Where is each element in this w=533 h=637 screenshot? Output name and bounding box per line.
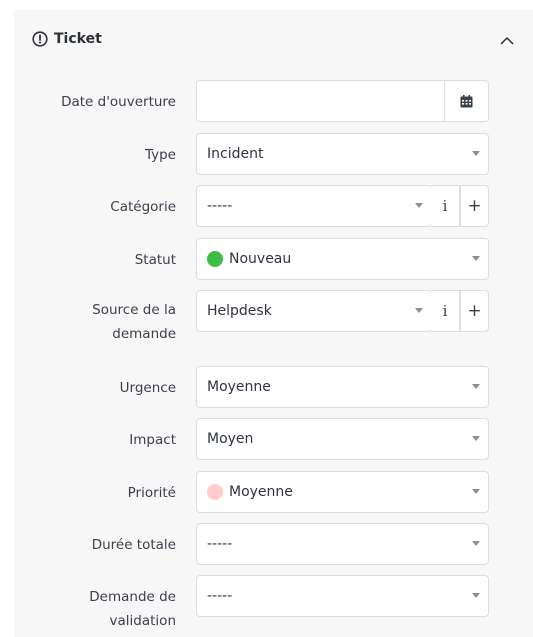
category-label: Catégorie [110,199,176,215]
ticket-panel: Ticket Date d'ouverture Type Incident Ca… [14,10,533,637]
validation-request-value: ----- [207,588,233,604]
status-value: Nouveau [229,251,292,267]
collapse-button[interactable] [498,31,516,49]
request-source-add-button[interactable]: + [460,290,489,332]
caret-down-icon [472,151,480,156]
status-label: Statut [134,252,176,268]
caret-down-icon [472,256,480,261]
caret-down-icon [472,593,480,598]
ticket-panel-header[interactable]: Ticket [14,10,533,70]
impact-value: Moyen [207,431,254,447]
total-duration-select[interactable]: ----- [196,523,489,565]
category-select[interactable]: ----- [196,185,432,227]
category-info-button[interactable]: i [431,185,460,227]
caret-down-icon [472,384,480,389]
alert-circle-icon [32,31,48,47]
impact-select[interactable]: Moyen [196,418,489,460]
request-source-label-line1: Source de la [92,302,176,318]
caret-down-icon [415,203,423,208]
calendar-button[interactable] [444,80,489,122]
calendar-icon [460,94,473,107]
request-source-label-line2: demande [112,326,176,342]
category-value: ----- [207,198,233,214]
impact-label: Impact [129,432,176,448]
caret-down-icon [472,541,480,546]
caret-down-icon [472,436,480,441]
total-duration-label: Durée totale [91,537,176,553]
caret-down-icon [415,308,423,313]
urgency-label: Urgence [119,380,176,396]
validation-request-label-line1: Demande de [89,589,176,605]
validation-request-label-line2: validation [109,613,176,629]
type-label: Type [144,147,176,163]
request-source-select[interactable]: Helpdesk [196,290,432,332]
status-value-wrap: Nouveau [207,239,291,279]
request-source-value: Helpdesk [207,303,272,319]
opening-date-input[interactable] [196,80,445,122]
plus-icon: + [467,301,482,321]
chevron-up-icon [500,36,514,45]
priority-value-wrap: Moyenne [207,472,293,512]
caret-down-icon [472,489,480,494]
priority-value: Moyenne [229,484,293,500]
total-duration-value: ----- [207,536,233,552]
priority-dot-icon [207,484,223,500]
priority-label: Priorité [127,485,176,501]
priority-select[interactable]: Moyenne [196,471,489,513]
panel-title: Ticket [54,31,102,47]
urgency-value: Moyenne [207,379,271,395]
info-icon: i [442,197,448,215]
request-source-info-button[interactable]: i [431,290,460,332]
category-add-button[interactable]: + [460,185,489,227]
plus-icon: + [467,196,482,216]
type-value: Incident [207,146,264,162]
opening-date-label: Date d'ouverture [61,94,176,110]
status-select[interactable]: Nouveau [196,238,489,280]
status-dot-icon [207,251,223,267]
info-icon: i [442,302,448,320]
type-select[interactable]: Incident [196,133,489,175]
validation-request-select[interactable]: ----- [196,575,489,617]
urgency-select[interactable]: Moyenne [196,366,489,408]
